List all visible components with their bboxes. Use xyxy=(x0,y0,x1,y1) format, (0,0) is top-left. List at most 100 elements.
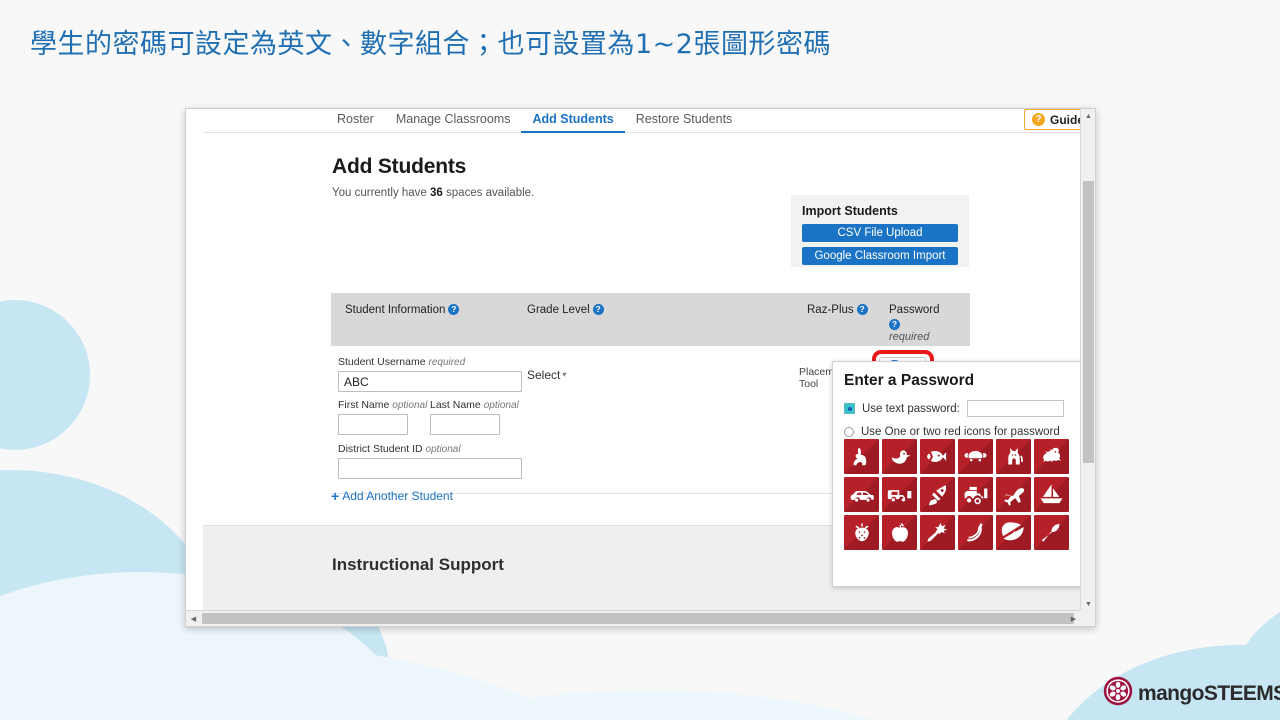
csv-file-upload-button[interactable]: CSV File Upload xyxy=(802,224,958,242)
page-title: Add Students xyxy=(332,155,467,178)
scroll-up-arrow-icon[interactable]: ▲ xyxy=(1081,109,1095,124)
vertical-scrollbar[interactable]: ▲ ▼ xyxy=(1080,109,1095,612)
use-icon-password-option[interactable]: Use One or two red icons for password xyxy=(844,426,1080,438)
tab-restore-students[interactable]: Restore Students xyxy=(625,109,744,134)
grade-level-select-value: Select xyxy=(527,368,561,382)
district-student-id-optional: optional xyxy=(425,444,461,455)
password-icon-grid xyxy=(844,439,1074,550)
help-icon[interactable]: ? xyxy=(592,304,604,315)
student-username-text: Student Username xyxy=(338,356,426,368)
password-required-note: required xyxy=(889,331,930,343)
last-name-optional: optional xyxy=(483,400,519,411)
strawberry-icon[interactable] xyxy=(844,515,879,550)
help-icon[interactable]: ? xyxy=(856,304,868,315)
first-name-input[interactable] xyxy=(338,414,408,435)
import-students-panel: Import Students CSV File Upload Google C… xyxy=(791,195,969,267)
column-header-password: Password ? xyxy=(889,304,940,330)
student-username-input[interactable] xyxy=(338,371,522,392)
mangosteems-flower-icon xyxy=(1103,676,1133,711)
import-students-title: Import Students xyxy=(802,204,898,218)
column-header-student-information: Student Information? xyxy=(345,304,460,316)
first-name-text: First Name xyxy=(338,399,390,411)
district-student-id-text: District Student ID xyxy=(338,443,423,455)
sailboat-icon[interactable] xyxy=(1034,477,1069,512)
turtle-icon[interactable] xyxy=(958,439,993,474)
watermelon-icon[interactable] xyxy=(996,515,1031,550)
guided-help-button[interactable]: ? Guided Help xyxy=(1024,109,1080,130)
help-icon[interactable]: ? xyxy=(889,319,900,330)
nav-tabs: Roster Manage Classrooms Add Students Re… xyxy=(326,109,743,134)
horizontal-scrollbar-thumb[interactable] xyxy=(202,613,1074,624)
mouse-icon[interactable] xyxy=(1034,439,1069,474)
spaces-suffix: spaces available. xyxy=(442,187,535,199)
tab-manage-classrooms[interactable]: Manage Classrooms xyxy=(385,109,522,134)
plus-icon: + xyxy=(331,488,340,504)
logo-name: mangoSTEEMS xyxy=(1138,681,1280,705)
duck-icon[interactable] xyxy=(882,439,917,474)
tractor-icon[interactable] xyxy=(958,477,993,512)
raz-plus-label: Raz-Plus xyxy=(807,304,854,316)
vertical-scrollbar-thumb[interactable] xyxy=(1083,181,1094,463)
table-header-row: Student Information? Grade Level? Raz-Pl… xyxy=(331,293,970,346)
district-student-id-label: District Student ID optional xyxy=(338,443,461,455)
last-name-text: Last Name xyxy=(430,399,481,411)
car-icon[interactable] xyxy=(844,477,879,512)
enter-password-title: Enter a Password xyxy=(844,372,975,389)
rocket-icon[interactable] xyxy=(920,477,955,512)
truck-icon[interactable] xyxy=(882,477,917,512)
top-navigation: Roster Manage Classrooms Add Students Re… xyxy=(203,109,1080,134)
first-name-label: First Name optional xyxy=(338,399,427,411)
slide-title: 學生的密碼可設定為英文、數字組合；也可設置為1~2張圖形密碼 xyxy=(30,29,831,60)
mangosteems-logo: mangoSTEEMS® xyxy=(1103,676,1280,711)
browser-viewport: Roster Manage Classrooms Add Students Re… xyxy=(186,109,1080,612)
mangosteems-wordmark: mangoSTEEMS® xyxy=(1138,682,1280,706)
last-name-input[interactable] xyxy=(430,414,500,435)
question-mark-icon: ? xyxy=(1032,113,1045,126)
horizontal-scrollbar[interactable]: ◀ ▶ xyxy=(186,610,1095,626)
apple-icon[interactable] xyxy=(882,515,917,550)
use-icon-password-label: Use One or two red icons for password xyxy=(861,426,1060,438)
fish-icon[interactable] xyxy=(920,439,955,474)
password-label: Password xyxy=(889,304,940,316)
page-left-gutter xyxy=(186,109,203,612)
radio-text-password[interactable] xyxy=(844,403,855,414)
instructional-support-title: Instructional Support xyxy=(332,555,504,574)
district-student-id-input[interactable] xyxy=(338,458,522,479)
scroll-right-arrow-icon[interactable]: ▶ xyxy=(1066,611,1081,626)
browser-window: Roster Manage Classrooms Add Students Re… xyxy=(185,108,1096,627)
airplane-icon[interactable] xyxy=(996,477,1031,512)
use-text-password-label: Use text password: xyxy=(862,402,960,415)
use-text-password-option[interactable]: Use text password: xyxy=(844,400,1080,417)
chevron-down-icon: ▾ xyxy=(562,370,567,379)
radio-icon-password[interactable] xyxy=(844,427,854,437)
tab-roster[interactable]: Roster xyxy=(326,109,385,134)
student-username-required: required xyxy=(428,357,466,368)
scroll-left-arrow-icon[interactable]: ◀ xyxy=(186,611,201,626)
spaces-count: 36 xyxy=(430,187,443,199)
student-information-label: Student Information xyxy=(345,304,446,316)
add-another-student-label: Add Another Student xyxy=(342,489,453,503)
column-header-grade-level: Grade Level? xyxy=(527,304,604,316)
last-name-label: Last Name optional xyxy=(430,399,519,411)
cloud-shape xyxy=(0,300,90,450)
grade-level-select[interactable]: Select ▾ xyxy=(527,368,566,382)
first-name-optional: optional xyxy=(392,400,428,411)
carrot-icon[interactable] xyxy=(920,515,955,550)
rabbit-icon[interactable] xyxy=(844,439,879,474)
enter-password-popover: Enter a Password Use text password: Use … xyxy=(832,361,1080,587)
banana-icon[interactable] xyxy=(958,515,993,550)
scrollbar-corner xyxy=(1080,610,1095,626)
cat-icon[interactable] xyxy=(996,439,1031,474)
add-another-student-link[interactable]: + Add Another Student xyxy=(331,488,453,504)
student-username-label: Student Username required xyxy=(338,356,465,368)
grade-level-label: Grade Level xyxy=(527,304,590,316)
spaces-prefix: You currently have xyxy=(332,187,431,199)
column-header-raz-plus: Raz-Plus? xyxy=(807,304,868,316)
spoon-icon[interactable] xyxy=(1034,515,1069,550)
help-icon[interactable]: ? xyxy=(448,304,460,315)
text-password-input[interactable] xyxy=(966,400,1064,417)
spaces-available-text: You currently have 36 spaces available. xyxy=(332,187,534,199)
tab-add-students[interactable]: Add Students xyxy=(521,109,625,134)
guided-help-label: Guided Help xyxy=(1050,112,1080,127)
google-classroom-import-button[interactable]: Google Classroom Import xyxy=(802,247,958,265)
